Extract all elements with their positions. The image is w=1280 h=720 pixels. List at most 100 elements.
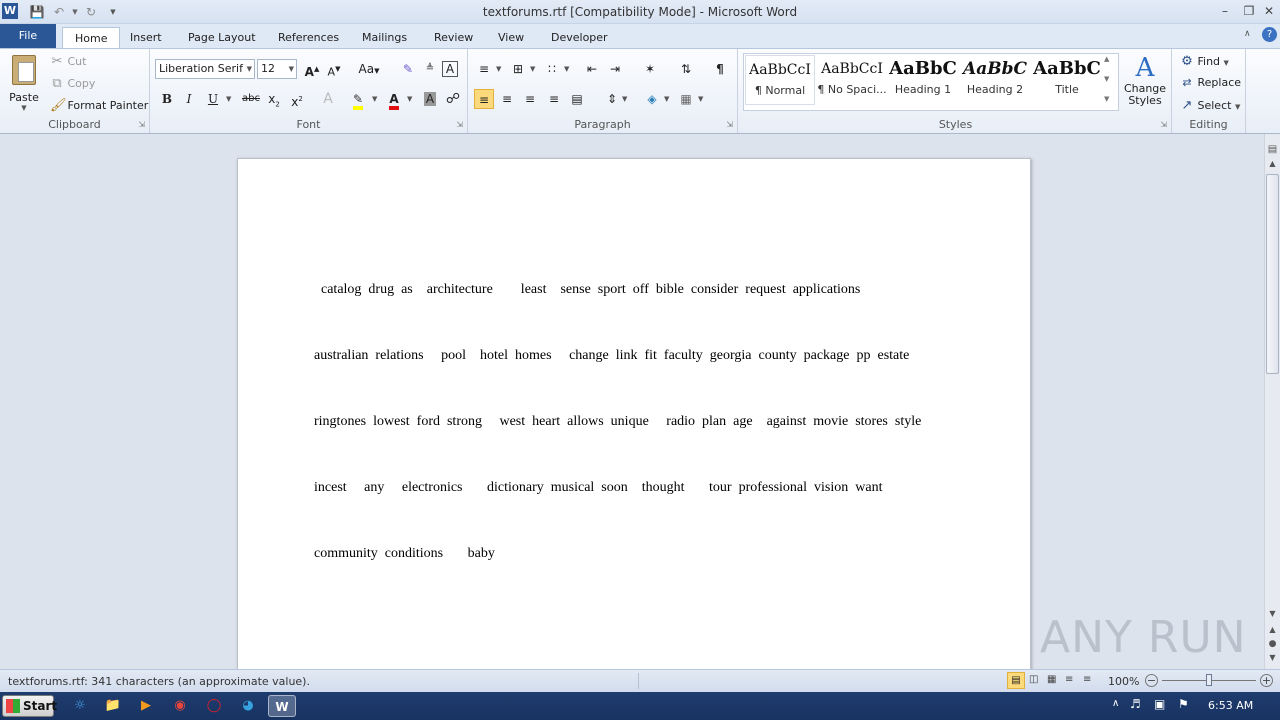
character-border-button[interactable]: A [442,61,458,77]
style-title[interactable]: AaBbC Title [1032,55,1102,105]
tab-review[interactable]: Review [422,27,485,48]
bullets-dropdown-icon[interactable]: ▼ [496,65,501,73]
italic-button[interactable]: I [179,89,199,109]
tab-references[interactable]: References [266,27,351,48]
increase-indent-button[interactable]: ⇥ [605,59,625,79]
scroll-down-icon[interactable]: ▼ [1265,606,1280,622]
styles-more-icon[interactable]: ▼ [1104,95,1109,103]
font-family-combo[interactable]: Liberation Serif ▼ [155,59,255,79]
explorer-icon[interactable]: 📁 [101,695,125,717]
shading-button[interactable]: ◈ [642,89,662,109]
style-heading-2[interactable]: AaBbC Heading 2 [960,55,1030,105]
underline-dropdown-icon[interactable]: ▼ [226,95,231,103]
font-size-combo[interactable]: 12 ▼ [257,59,297,79]
character-shading-button[interactable]: A [420,89,440,109]
network-icon[interactable]: ▣ [1154,697,1165,711]
clock[interactable]: 6:53 AM [1208,699,1253,712]
change-styles-button[interactable]: A Change Styles [1122,53,1168,113]
numbering-dropdown-icon[interactable]: ▼ [530,65,535,73]
multilevel-list-button[interactable]: ∷ [542,59,562,79]
strikethrough-button[interactable]: abc [239,89,263,109]
full-screen-reading-icon[interactable]: ◫ [1029,674,1038,685]
show-hidden-icons[interactable]: ∧ [1112,698,1119,709]
document-page[interactable]: catalog drug as architecture least sense… [237,158,1031,670]
web-layout-icon[interactable]: ▦ [1047,674,1056,685]
text-effects-button[interactable]: A [318,89,338,109]
zoom-out-icon[interactable]: − [1145,674,1158,687]
borders-button[interactable]: ▦ [676,89,696,109]
opera-icon[interactable]: ◯ [202,695,226,717]
grow-font-button[interactable]: A▲ [302,59,322,79]
bold-button[interactable]: B [157,89,177,109]
edge-icon[interactable]: ◕ [236,695,260,717]
style-no-spacing[interactable]: AaBbCcI ¶ No Spaci... [817,55,887,105]
print-layout-icon[interactable]: ▤ [1007,672,1025,689]
scroll-thumb[interactable] [1266,174,1279,374]
styles-scroll-down-icon[interactable]: ▼ [1104,75,1109,83]
tab-mailings[interactable]: Mailings [350,27,419,48]
tab-home[interactable]: Home [62,27,121,48]
media-player-icon[interactable]: ▶ [134,695,158,717]
paste-button[interactable]: Paste ▼ [6,53,42,112]
select-button[interactable]: ↗ Select ▼ [1180,98,1241,113]
style-normal[interactable]: AaBbCcI ¶ Normal [745,55,815,105]
zoom-level[interactable]: 100% [1108,675,1139,688]
tab-file[interactable]: File [0,24,56,48]
volume-icon[interactable]: ♬ [1130,697,1141,711]
phonetic-guide-button[interactable]: ≜ [420,59,440,79]
vertical-scrollbar[interactable]: ▤ ▲ ▼ ▲ ● ▼ [1264,134,1280,669]
multilevel-dropdown-icon[interactable]: ▼ [564,65,569,73]
enclose-characters-button[interactable]: ☍ [443,89,463,109]
font-color-dropdown-icon[interactable]: ▼ [407,95,412,103]
dialog-launcher-icon[interactable]: ⇲ [726,120,733,129]
action-center-flag-icon[interactable]: ⚑ [1178,697,1189,711]
highlight-color-button[interactable]: ✎ [348,89,368,110]
align-left-button[interactable]: ≡ [474,89,494,109]
minimize-button[interactable]: – [1214,2,1236,20]
zoom-in-icon[interactable]: + [1260,674,1273,687]
dialog-launcher-icon[interactable]: ⇲ [1160,120,1167,129]
dialog-launcher-icon[interactable]: ⇲ [456,120,463,129]
start-button[interactable]: Start [2,695,57,717]
decrease-indent-button[interactable]: ⇤ [582,59,602,79]
borders-dropdown-icon[interactable]: ▼ [698,95,703,103]
word-taskbar-icon[interactable]: W [268,695,296,717]
dialog-launcher-icon[interactable]: ⇲ [138,120,145,129]
tab-insert[interactable]: Insert [118,27,174,48]
style-heading-1[interactable]: AaBbC Heading 1 [888,55,958,105]
format-painter-button[interactable]: 🖌 Format Painter [50,98,148,113]
ie-icon[interactable]: ☼ [68,695,92,717]
numbering-button[interactable]: ⊞ [508,59,528,79]
cut-button[interactable]: ✂ Cut [50,54,87,69]
tab-view[interactable]: View [486,27,536,48]
justify-button[interactable]: ≡ [544,89,564,109]
outline-icon[interactable]: ≡ [1065,674,1073,685]
asian-layout-button[interactable]: ✶ [638,59,662,79]
document-body[interactable]: catalog drug as architecture least sense… [314,235,964,609]
line-spacing-dropdown-icon[interactable]: ▼ [622,95,627,103]
shrink-font-button[interactable]: A▼ [324,59,344,79]
tab-page-layout[interactable]: Page Layout [176,27,268,48]
copy-button[interactable]: ⧉ Copy [50,76,95,91]
align-center-button[interactable]: ≡ [497,89,517,109]
next-page-icon[interactable]: ▼ [1265,650,1280,666]
zoom-slider-thumb[interactable] [1206,674,1212,686]
sort-button[interactable]: ⇅ [676,59,696,79]
superscript-button[interactable]: x2 [287,89,307,109]
maximize-button[interactable]: ❐ [1238,2,1260,20]
highlight-dropdown-icon[interactable]: ▼ [372,95,377,103]
tab-developer[interactable]: Developer [539,27,620,48]
replace-button[interactable]: ⇄ Replace [1180,76,1241,89]
change-case-button[interactable]: Aa▼ [356,59,382,79]
chrome-icon[interactable]: ◉ [168,695,192,717]
show-formatting-button[interactable]: ¶ [710,59,730,79]
align-right-button[interactable]: ≡ [520,89,540,109]
styles-scroll-up-icon[interactable]: ▲ [1104,55,1109,63]
line-spacing-button[interactable]: ⇕ [602,89,622,109]
distributed-button[interactable]: ▤ [567,89,587,109]
bullets-button[interactable]: ≡ [474,59,494,79]
subscript-button[interactable]: x2 [264,89,284,109]
help-icon[interactable]: ? [1262,27,1277,42]
underline-button[interactable]: U [203,89,223,109]
draft-icon[interactable]: ≡ [1083,674,1091,685]
